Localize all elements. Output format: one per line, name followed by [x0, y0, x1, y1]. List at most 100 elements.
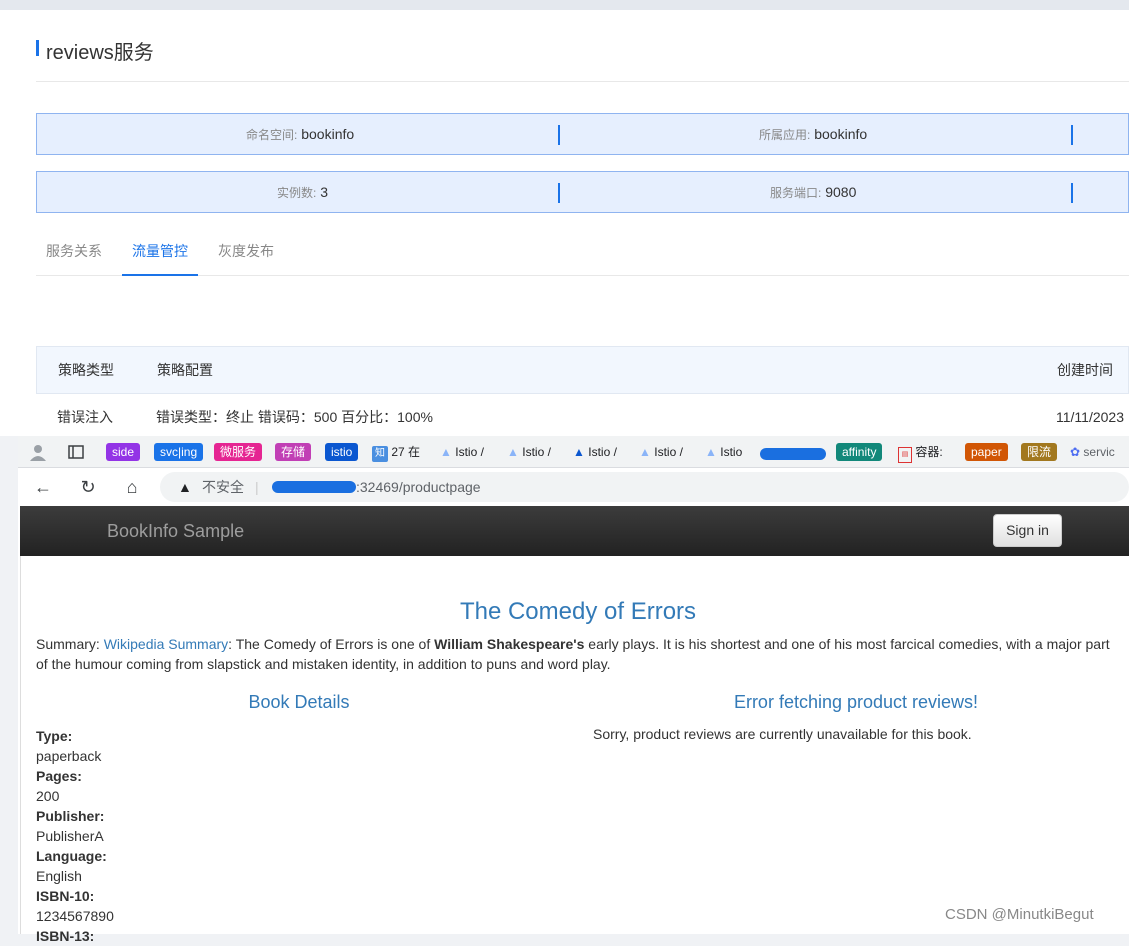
top-strip [0, 0, 1129, 10]
home-icon[interactable]: ⌂ [119, 474, 145, 500]
wikipedia-link[interactable]: Wikipedia Summary [104, 636, 228, 652]
port-value: 9080 [825, 184, 857, 200]
tab-traffic-control[interactable]: 流量管控 [122, 232, 198, 276]
bookmark-svcing[interactable]: svc|ing [154, 442, 204, 462]
bookmark-label: Istio / [588, 445, 617, 459]
zhihu-icon: 知 [372, 446, 388, 462]
bookmark-label: Istio / [522, 445, 551, 459]
istio-icon: ▲ [507, 445, 519, 459]
watermark: CSDN @MinutkiBegut [945, 906, 1094, 923]
tab-bar: 服务关系 流量管控 灰度发布 [36, 232, 1129, 276]
details-list: Type: paperback Pages: 200 Publisher: Pu… [36, 726, 114, 946]
detail-value: 1234567890 [36, 908, 114, 924]
bookinfo-navbar: BookInfo Sample Sign in [20, 506, 1129, 556]
bookmark-affinity[interactable]: affinity [836, 442, 883, 462]
info-bar-2: 实例数: 3 服务端口: 9080 [36, 171, 1129, 213]
bookmark-label: Istio [720, 445, 743, 459]
bookmark-label: 存储 [275, 443, 312, 461]
instances-label: 实例数: [277, 186, 317, 200]
bookmark-microservice[interactable]: 微服务 [214, 442, 263, 462]
divider [36, 81, 1129, 82]
bookmark-label: istio [325, 443, 359, 461]
detail-key: ISBN-13: [36, 928, 95, 944]
port-info: 服务端口: 9080 [770, 172, 856, 212]
bookmark-container[interactable]: ▤ 容器: [898, 442, 943, 463]
left-gap [0, 10, 18, 436]
bookmarks-bar: side svc|ing 微服务 存储 istio 知 27 在 ▲ Istio… [18, 436, 1129, 468]
separator [558, 125, 560, 145]
detail-value: paperback [36, 748, 102, 764]
bookmark-label: affinity [836, 443, 883, 461]
istio-icon: ▲ [440, 445, 452, 459]
url-text: :32469/productpage [356, 479, 481, 495]
bookmark-istio-5[interactable]: ▲ Istio [705, 442, 742, 462]
tab-search-icon[interactable] [68, 442, 84, 462]
bookmark-label: 限流 [1021, 443, 1058, 461]
bookmark-label: 容器: [915, 445, 943, 459]
cell-policy-config: 错误类型：终止 错误码：500 百分比：100% [156, 409, 433, 425]
summary-text: : The Comedy of Errors is one of [228, 636, 435, 652]
address-bar[interactable]: ▲ 不安全 | :32469/productpage [160, 472, 1129, 502]
separator: | [255, 479, 259, 495]
bookmark-label: side [106, 443, 141, 461]
col-policy-config: 策略配置 [157, 362, 213, 378]
detail-value: English [36, 868, 82, 884]
back-arrow-icon[interactable]: ← [30, 474, 56, 500]
security-label: 不安全 [202, 479, 244, 495]
bookmark-paper[interactable]: paper [965, 442, 1008, 462]
bookmark-label: Istio / [654, 445, 683, 459]
detail-value: 200 [36, 788, 60, 804]
detail-key: ISBN-10: [36, 888, 95, 904]
col-created-time: 创建时间 [1057, 362, 1113, 378]
bookmark-istio-1[interactable]: ▲ Istio / [440, 442, 484, 462]
reviews-error-heading: Error fetching product reviews! [733, 692, 979, 712]
bookmark-side[interactable]: side [106, 442, 141, 462]
tab-canary-release[interactable]: 灰度发布 [208, 232, 284, 276]
tab-service-relations[interactable]: 服务关系 [36, 232, 112, 276]
bookmark-service[interactable]: ✿ servic [1070, 442, 1115, 462]
page-title: reviews服务 [36, 36, 154, 65]
detail-value: PublisherA [36, 828, 104, 844]
reload-icon[interactable]: ↻ [75, 474, 101, 500]
istio-icon: ▲ [573, 445, 585, 459]
col-policy-type: 策略类型 [58, 362, 114, 378]
pdf-icon: ▤ [898, 447, 912, 463]
summary-author: William Shakespeare's [434, 636, 585, 652]
app-value: bookinfo [814, 126, 868, 142]
sign-in-button[interactable]: Sign in [993, 514, 1062, 547]
table-row[interactable]: 错误注入 错误类型：终止 错误码：500 百分比：100% 11/11/2023 [36, 394, 1129, 442]
namespace-value: bookinfo [301, 126, 355, 142]
bookmark-istio-4[interactable]: ▲ Istio / [639, 442, 683, 462]
bookmark-storage[interactable]: 存储 [275, 442, 312, 462]
separator [1071, 125, 1073, 145]
separator [558, 183, 560, 203]
instances-value: 3 [320, 184, 329, 200]
bookmark-zhihu[interactable]: 知 27 在 [372, 442, 420, 462]
cell-policy-type: 错误注入 [57, 409, 113, 425]
instances-info: 实例数: 3 [277, 172, 328, 212]
bookmark-label: 微服务 [214, 443, 263, 461]
bookmark-label: Istio / [455, 445, 484, 459]
brand-link[interactable]: BookInfo Sample [107, 506, 244, 556]
bookmark-label: 27 在 [391, 445, 421, 459]
address-row: ← ↻ ⌂ ▲ 不安全 | :32469/productpage [18, 468, 1129, 506]
bookmark-istio-3[interactable]: ▲ Istio / [573, 442, 617, 462]
baidu-icon: ✿ [1070, 445, 1081, 459]
redaction-mark [272, 481, 356, 493]
bookmark-istio[interactable]: istio [325, 442, 359, 462]
product-page: The Comedy of Errors Summary: Wikipedia … [20, 556, 1129, 944]
book-title: The Comedy of Errors [459, 598, 697, 625]
separator [1071, 183, 1073, 203]
policy-table: 策略类型 策略配置 创建时间 错误注入 错误类型：终止 错误码：500 百分比：… [36, 346, 1129, 442]
detail-key: Type: [36, 728, 73, 744]
bookmark-ratelimit[interactable]: 限流 [1021, 442, 1058, 462]
profile-icon[interactable] [28, 442, 48, 462]
book-details-heading: Book Details [248, 692, 350, 712]
warning-icon[interactable]: ▲ [178, 472, 192, 502]
info-bar-1: 命名空间: bookinfo 所属应用: bookinfo [36, 113, 1129, 155]
bookmark-label: servic [1083, 445, 1115, 459]
bookmark-istio-2[interactable]: ▲ Istio / [507, 442, 551, 462]
detail-key: Publisher: [36, 808, 105, 824]
istio-icon: ▲ [705, 445, 717, 459]
detail-key: Pages: [36, 768, 82, 784]
